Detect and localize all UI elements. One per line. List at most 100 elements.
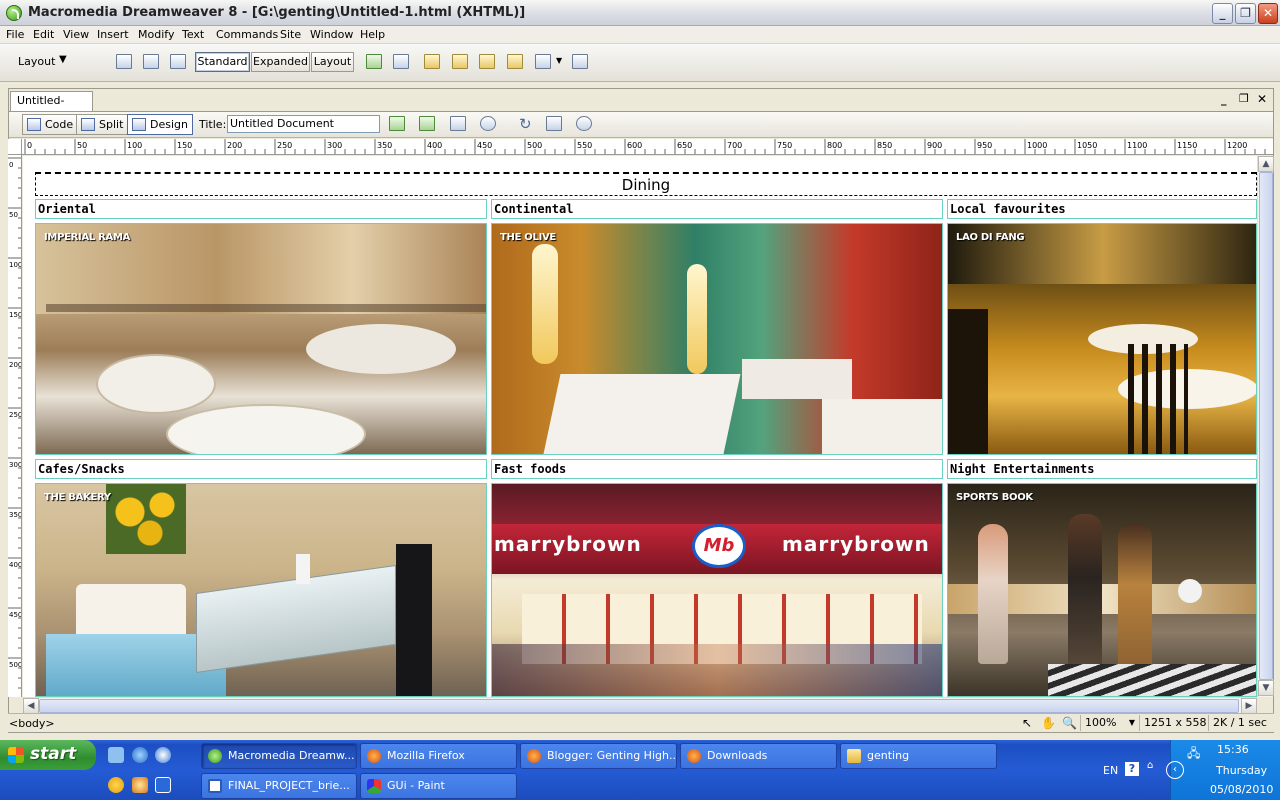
task-firefox[interactable]: Mozilla Firefox — [360, 743, 517, 769]
horizontal-scrollbar[interactable]: ◀ ▶ — [23, 697, 1257, 714]
table-icon[interactable] — [116, 54, 132, 69]
expanded-mode-button[interactable]: Expanded — [251, 52, 310, 72]
ruler-h-label: 950 — [977, 141, 992, 150]
code-view-button[interactable]: Code — [22, 114, 79, 135]
window-title-bar[interactable]: Macromedia Dreamweaver 8 - [G:\genting\U… — [0, 0, 1280, 26]
scroll-down-arrow[interactable]: ▼ — [1258, 680, 1274, 696]
task-downloads[interactable]: Downloads — [680, 743, 837, 769]
menu-help[interactable]: Help — [360, 28, 385, 41]
ruler-v-label: 350 — [9, 511, 22, 519]
scroll-right-arrow[interactable]: ▶ — [1241, 698, 1257, 714]
media-player-icon[interactable] — [155, 747, 171, 763]
doc-restore-icon[interactable]: ❐ — [1239, 92, 1249, 105]
restore-button[interactable]: ❐ — [1235, 3, 1256, 24]
close-button[interactable]: ✕ — [1258, 3, 1278, 24]
task-label: FINAL_PROJECT_brie... — [228, 779, 350, 792]
firefox-icon — [687, 749, 701, 763]
task-genting-folder[interactable]: genting — [840, 743, 997, 769]
menu-text[interactable]: Text — [182, 28, 204, 41]
start-button[interactable]: start — [0, 740, 96, 770]
zoom-tool-icon[interactable]: 🔍 — [1062, 716, 1077, 730]
network-icon[interactable]: 🖧 — [1187, 744, 1200, 765]
scroll-up-arrow[interactable]: ▲ — [1258, 156, 1274, 172]
document-title-input[interactable]: Untitled Document — [227, 115, 380, 133]
menu-window[interactable]: Window — [310, 28, 353, 41]
chevron-down-icon[interactable]: ▼ — [59, 54, 67, 65]
task-blogger[interactable]: Blogger: Genting High... — [520, 743, 677, 769]
zoom-select[interactable]: 100% ▼ — [1080, 715, 1138, 731]
menu-modify[interactable]: Modify — [138, 28, 174, 41]
task-dreamweaver[interactable]: Macromedia Dreamw... — [201, 743, 357, 769]
layout-mode-button[interactable]: Layout — [311, 52, 354, 72]
menu-site[interactable]: Site — [280, 28, 301, 41]
ruler-v-label: 500 — [9, 661, 22, 669]
refresh-icon[interactable]: ↻ — [519, 115, 532, 133]
browser-check-icon[interactable] — [419, 116, 435, 131]
ruler-v-label: 150 — [9, 311, 22, 319]
tray-options-icon[interactable]: ⌂ — [1147, 760, 1153, 771]
select-tool-icon[interactable]: ↖ — [1022, 716, 1032, 730]
visual-aids-icon[interactable] — [576, 116, 592, 131]
system-tray: 🖧 15:36 Thursday 05/08/2010 — [1170, 740, 1280, 800]
window-size-select[interactable]: 1251 x 558 — [1139, 715, 1207, 731]
design-view-canvas[interactable]: Dining Oriental Continental Local favour… — [23, 156, 1257, 697]
tabular-data-icon[interactable] — [572, 54, 588, 69]
ruler-h-label: 350 — [377, 141, 392, 150]
photo-caption: THE OLIVE — [500, 232, 556, 243]
photo-caption: SPORTS BOOK — [956, 492, 1033, 503]
internet-explorer-icon[interactable] — [132, 747, 148, 763]
ruler-corner — [8, 139, 22, 155]
task-paint[interactable]: GUi - Paint — [360, 773, 517, 799]
menu-view[interactable]: View — [63, 28, 89, 41]
menu-insert[interactable]: Insert — [97, 28, 129, 41]
doc-close-icon[interactable]: ✕ — [1257, 92, 1267, 106]
help-icon[interactable]: ? — [1125, 762, 1139, 776]
insert-column-left-icon[interactable] — [479, 54, 495, 69]
task-final-project[interactable]: FINAL_PROJECT_brie... — [201, 773, 357, 799]
standard-mode-button[interactable]: Standard — [195, 52, 250, 72]
messenger-icon[interactable] — [108, 777, 124, 793]
tag-selector[interactable]: <body> — [9, 717, 55, 730]
insert-column-right-icon[interactable] — [507, 54, 523, 69]
layout-table-icon[interactable] — [366, 54, 382, 69]
quicklaunch-arrow-icon[interactable] — [155, 777, 171, 793]
design-view-button[interactable]: Design — [127, 114, 193, 135]
vertical-scrollbar[interactable]: ▲ ▼ — [1257, 156, 1274, 697]
language-indicator[interactable]: EN — [1103, 764, 1118, 777]
chevron-down-icon[interactable]: ▼ — [556, 56, 562, 65]
ruler-v-label: 0 — [9, 161, 13, 169]
hand-tool-icon[interactable]: ✋ — [1041, 716, 1056, 730]
ruler-h-label: 0 — [27, 141, 32, 150]
doc-minimize-icon[interactable]: _ — [1221, 93, 1227, 106]
ruler-h-label: 800 — [827, 141, 842, 150]
view-options-icon[interactable] — [546, 116, 562, 131]
photo-imperial-rama: IMPERIAL RAMA — [35, 223, 487, 455]
preview-in-browser-icon[interactable] — [480, 116, 496, 131]
vertical-scroll-thumb[interactable] — [1259, 172, 1273, 680]
insert-div-icon[interactable] — [143, 54, 159, 69]
show-desktop-icon[interactable] — [108, 747, 124, 763]
clock-day: Thursday — [1216, 764, 1268, 777]
insert-row-above-icon[interactable] — [424, 54, 440, 69]
insert-category-dropdown[interactable]: Layout — [18, 55, 55, 68]
layer-icon[interactable] — [170, 54, 186, 69]
photo-lao-di-fang: LAO DI FANG — [947, 223, 1257, 455]
menu-file[interactable]: File — [6, 28, 24, 41]
clock-time[interactable]: 15:36 — [1217, 743, 1249, 756]
menu-commands[interactable]: Commands — [216, 28, 278, 41]
show-hidden-icons-icon[interactable]: ‹ — [1166, 761, 1184, 779]
dreamweaver-icon — [208, 749, 222, 763]
task-label: Macromedia Dreamw... — [228, 749, 355, 762]
quicklaunch-app-icon[interactable] — [132, 777, 148, 793]
minimize-button[interactable]: _ — [1212, 3, 1233, 24]
horizontal-scroll-thumb[interactable] — [39, 699, 1239, 713]
validate-markup-icon[interactable] — [389, 116, 405, 131]
scroll-left-arrow[interactable]: ◀ — [23, 698, 39, 714]
document-tab[interactable]: Untitled-1.html — [10, 91, 93, 125]
menu-edit[interactable]: Edit — [33, 28, 54, 41]
insert-row-below-icon[interactable] — [452, 54, 468, 69]
layout-cell-icon[interactable] — [393, 54, 409, 69]
frames-icon[interactable] — [535, 54, 551, 69]
split-view-button[interactable]: Split — [76, 114, 129, 135]
file-management-icon[interactable] — [450, 116, 466, 131]
